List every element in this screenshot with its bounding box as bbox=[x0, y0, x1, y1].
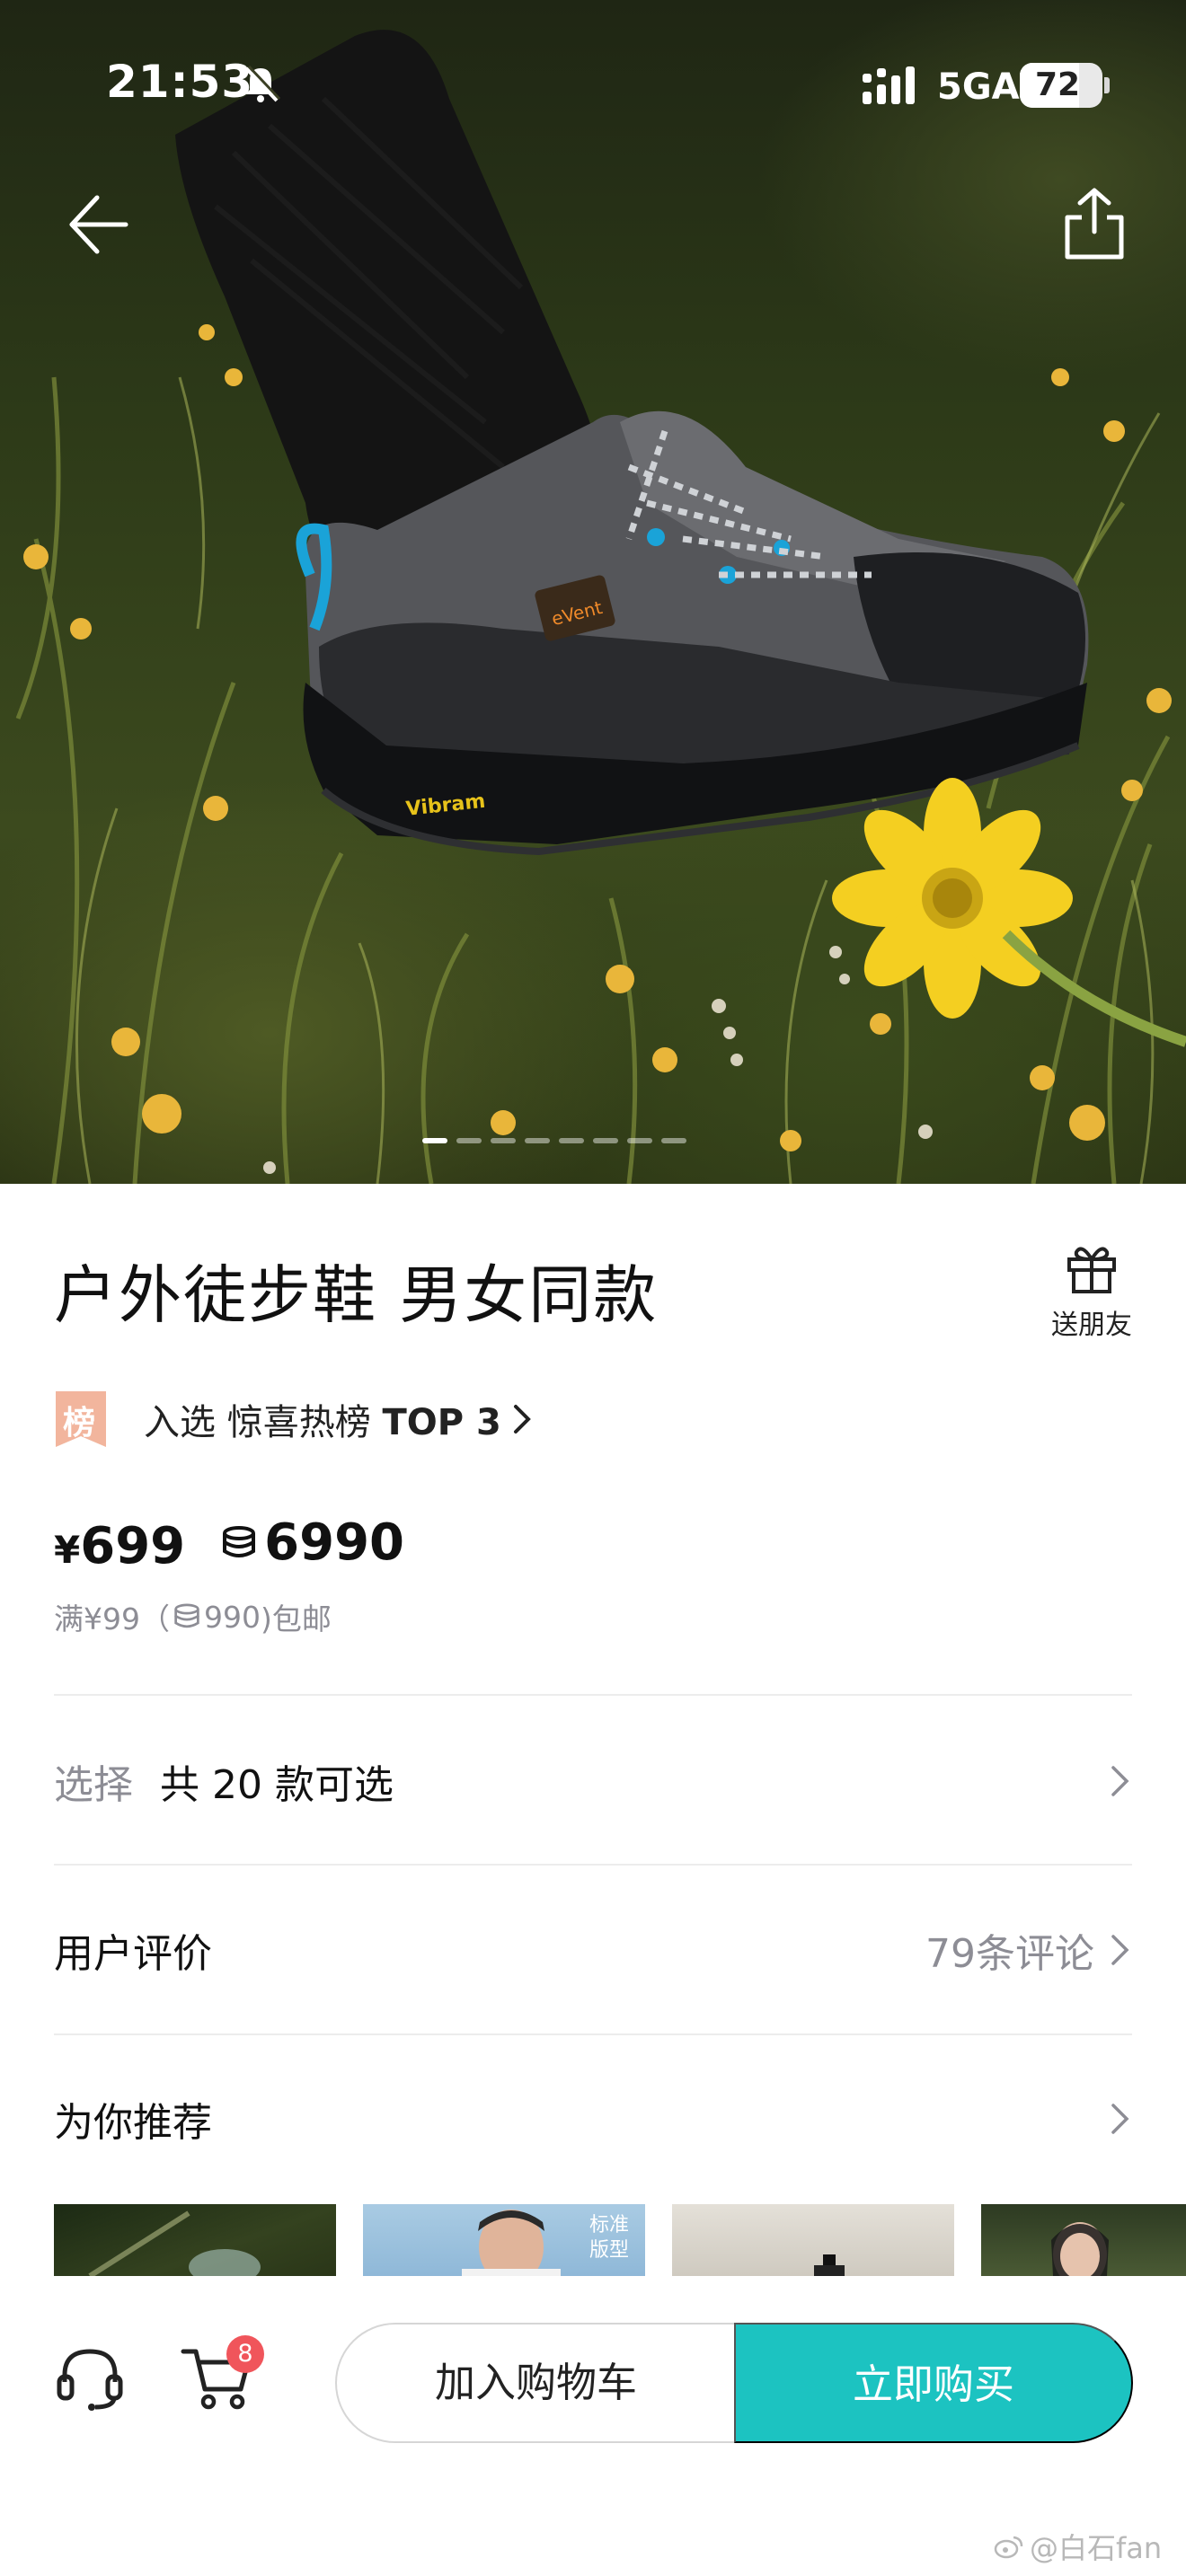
battery-icon: 72 bbox=[1020, 63, 1102, 108]
customer-service-icon[interactable] bbox=[54, 2342, 126, 2414]
coin-price-value: 6990 bbox=[264, 1513, 404, 1572]
battery-cap bbox=[1104, 77, 1110, 93]
carousel-dot bbox=[456, 1138, 482, 1143]
shipping-info: 满¥99（ 990 )包邮 bbox=[54, 1595, 332, 1638]
status-time: 21:53 bbox=[106, 56, 254, 108]
carousel-dot bbox=[422, 1138, 447, 1143]
carousel-dot bbox=[627, 1138, 652, 1143]
watermark: @白石fan bbox=[994, 2526, 1162, 2567]
price-symbol: ¥ bbox=[54, 1527, 81, 1572]
rank-text-prefix: 入选 惊喜热榜 bbox=[144, 1402, 383, 1443]
recommendation-thumb[interactable]: 标准 版型 bbox=[363, 2204, 645, 2276]
gift-icon bbox=[1067, 1247, 1116, 1293]
variant-select-row[interactable]: 选择 共 20 款可选 bbox=[54, 1741, 1132, 1822]
rank-badge-text: 榜 bbox=[63, 1405, 96, 1442]
rank-badge-icon: 榜 bbox=[56, 1391, 106, 1447]
carousel-dot bbox=[559, 1138, 584, 1143]
gift-label: 送朋友 bbox=[1051, 1310, 1132, 1341]
reviews-link: 79条评论 bbox=[925, 1921, 1132, 1979]
divider bbox=[54, 1864, 1132, 1866]
back-arrow-icon[interactable] bbox=[61, 189, 133, 260]
rank-text: 入选 惊喜热榜 TOP 3 bbox=[144, 1393, 501, 1445]
shipping-prefix: 满¥99（ bbox=[54, 1601, 170, 1636]
shipping-coin: 990 bbox=[204, 1599, 261, 1635]
bell-muted-icon bbox=[244, 65, 281, 102]
recommend-label: 为你推荐 bbox=[54, 2100, 212, 2146]
product-image-carousel[interactable]: eVent Vibram 21:53 5GA 72 bbox=[0, 0, 1186, 1184]
recommendation-thumb[interactable] bbox=[981, 2204, 1186, 2276]
recommendation-thumb[interactable] bbox=[54, 2204, 336, 2276]
rank-text-top: TOP 3 bbox=[382, 1402, 501, 1443]
carousel-dot bbox=[661, 1138, 686, 1143]
hiking-shoe-photo: eVent Vibram bbox=[15, 30, 1186, 1184]
coin-price: 6990 bbox=[219, 1513, 404, 1572]
coin-icon bbox=[223, 1525, 256, 1557]
chevron-right-icon bbox=[1111, 1766, 1129, 1796]
price-value: 699 bbox=[80, 1516, 186, 1575]
select-chevron bbox=[1094, 1762, 1132, 1800]
recommendation-strip[interactable]: 标准 版型 bbox=[54, 2204, 1186, 2276]
divider bbox=[54, 1694, 1132, 1696]
recommendation-thumb[interactable] bbox=[672, 2204, 954, 2276]
watermark-text: @白石fan bbox=[1030, 2531, 1163, 2565]
chevron-right-icon bbox=[1111, 2104, 1129, 2134]
chevron-right-icon bbox=[1111, 1935, 1129, 1965]
add-to-cart-button[interactable]: 加入购物车 bbox=[335, 2323, 735, 2443]
reviews-count: 79条评论 bbox=[925, 1931, 1094, 1977]
divider bbox=[54, 2033, 1132, 2035]
chevron-right-icon bbox=[513, 1405, 531, 1434]
send-to-friend-button[interactable]: 送朋友 bbox=[1042, 1239, 1141, 1356]
reviews-row[interactable]: 用户评价 79条评论 bbox=[54, 1910, 1132, 1990]
tag-line-1: 标准 bbox=[589, 2214, 629, 2236]
select-label: 选择 bbox=[54, 1762, 133, 1808]
recommend-row[interactable]: 为你推荐 bbox=[54, 2078, 1132, 2159]
carousel-dot bbox=[491, 1138, 516, 1143]
status-bar: 21:53 5GA 72 bbox=[0, 0, 1186, 171]
cart-badge: 8 bbox=[226, 2335, 264, 2373]
signal-icon bbox=[863, 66, 915, 104]
price: ¥699 bbox=[54, 1517, 185, 1575]
carousel-indicator bbox=[422, 1138, 764, 1145]
select-value: 共 20 款可选 bbox=[160, 1762, 394, 1808]
carousel-dot bbox=[593, 1138, 618, 1143]
carousel-dot bbox=[525, 1138, 550, 1143]
recommendation-tag: 标准 版型 bbox=[589, 2213, 629, 2263]
weibo-icon bbox=[994, 2536, 1023, 2559]
price-row: ¥699 6990 bbox=[54, 1513, 404, 1576]
battery-level: 72 bbox=[1034, 66, 1081, 103]
ranking-link[interactable]: 榜 入选 惊喜热榜 TOP 3 bbox=[56, 1388, 534, 1451]
product-title: 户外徒步鞋 男女同款 bbox=[54, 1258, 659, 1332]
network-type: 5GA bbox=[937, 66, 1020, 108]
reviews-label: 用户评价 bbox=[54, 1931, 212, 1977]
tag-line-2: 版型 bbox=[589, 2239, 629, 2262]
share-icon[interactable] bbox=[1058, 185, 1130, 262]
recommend-chevron bbox=[1094, 2100, 1132, 2138]
shipping-suffix: )包邮 bbox=[261, 1601, 332, 1636]
buy-now-button[interactable]: 立即购买 bbox=[734, 2323, 1133, 2443]
coin-icon bbox=[174, 1603, 199, 1628]
